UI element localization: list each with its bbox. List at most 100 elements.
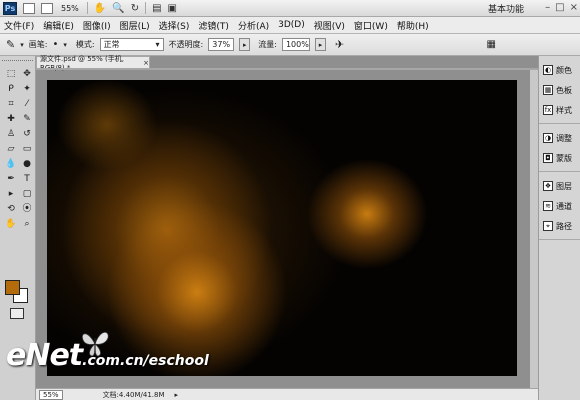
status-bar: 55% 文档:4.40M/41.8M ▸ bbox=[36, 388, 538, 400]
screen-mode-icon[interactable]: ▣ bbox=[168, 3, 177, 14]
3d-orbit-tool-icon[interactable]: ⦿ bbox=[20, 203, 34, 216]
view-extras-button[interactable] bbox=[41, 2, 53, 14]
crop-tool-icon[interactable]: ⌗ bbox=[4, 98, 18, 111]
menu-analysis[interactable]: 分析(A) bbox=[238, 19, 269, 32]
zoom-tool-icon[interactable]: ⌕ bbox=[20, 218, 34, 231]
panel-label: 调整 bbox=[556, 133, 572, 143]
rotate-view-icon[interactable]: ↻ bbox=[131, 3, 139, 14]
brush-tool-icon[interactable]: ✎ bbox=[20, 113, 34, 126]
lasso-tool-icon[interactable]: ᑭ bbox=[4, 83, 18, 96]
blur-tool-icon[interactable]: 💧 bbox=[4, 158, 18, 171]
menu-image[interactable]: 图像(I) bbox=[83, 19, 111, 32]
clone-stamp-tool-icon[interactable]: ♙ bbox=[4, 128, 18, 141]
menu-filter[interactable]: 滤镜(T) bbox=[198, 19, 229, 32]
menu-layer[interactable]: 图层(L) bbox=[120, 19, 150, 32]
separator bbox=[145, 2, 147, 14]
panel-item-swatches[interactable]: ▦ 色板 bbox=[539, 80, 580, 100]
3d-rotate-tool-icon[interactable]: ⟲ bbox=[4, 203, 18, 216]
opacity-slider-button[interactable]: ▸ bbox=[239, 38, 251, 51]
masks-icon: ◘ bbox=[543, 153, 553, 163]
brush-picker-chevron-icon[interactable]: ▾ bbox=[63, 41, 67, 49]
panel-group-adjustments: ◑ 调整 ◘ 蒙版 bbox=[539, 124, 580, 172]
zoom-level-dropdown[interactable]: 55% bbox=[59, 4, 81, 13]
panel-group-color: ◐ 颜色 ▦ 色板 fx 样式 bbox=[539, 56, 580, 124]
type-tool-icon[interactable]: T bbox=[20, 173, 34, 186]
move-tool-icon[interactable]: ✥ bbox=[20, 68, 34, 81]
close-tab-icon[interactable]: × bbox=[143, 59, 149, 67]
pen-tool-icon[interactable]: ✒ bbox=[4, 173, 18, 186]
image-canvas[interactable] bbox=[47, 80, 517, 376]
brush-label: 画笔: bbox=[28, 40, 48, 49]
document-tab[interactable]: 源文件.psd @ 55% (手机, RGB/8) * × bbox=[36, 55, 150, 72]
hand-tool-icon[interactable]: ✋ bbox=[94, 3, 106, 14]
brush-panel-toggle-icon[interactable]: ▦ bbox=[487, 39, 496, 50]
vertical-scrollbar[interactable] bbox=[530, 70, 538, 388]
maximize-icon[interactable]: □ bbox=[555, 2, 564, 13]
adjustments-icon: ◑ bbox=[543, 133, 553, 143]
workspace-switcher[interactable]: 基本功能 bbox=[488, 2, 524, 15]
arrange-documents-icon[interactable]: ▤ bbox=[152, 3, 161, 14]
brush-preview-icon[interactable]: • bbox=[52, 39, 58, 50]
gradient-tool-icon[interactable]: ▭ bbox=[20, 143, 34, 156]
dodge-tool-icon[interactable]: ● bbox=[20, 158, 34, 171]
history-brush-tool-icon[interactable]: ↺ bbox=[20, 128, 34, 141]
menu-select[interactable]: 选择(S) bbox=[159, 19, 190, 32]
menu-window[interactable]: 窗口(W) bbox=[354, 19, 388, 32]
panel-item-masks[interactable]: ◘ 蒙版 bbox=[539, 148, 580, 168]
panel-label: 颜色 bbox=[556, 65, 572, 75]
panel-label: 色板 bbox=[556, 85, 572, 95]
healing-brush-tool-icon[interactable]: ✚ bbox=[4, 113, 18, 126]
swatches-icon: ▦ bbox=[543, 85, 553, 95]
quick-mask-button[interactable] bbox=[10, 308, 24, 319]
eraser-tool-icon[interactable]: ▱ bbox=[4, 143, 18, 156]
watermark-main: eNet bbox=[6, 338, 83, 373]
opacity-field[interactable]: 37% bbox=[208, 38, 235, 51]
panel-item-color[interactable]: ◐ 颜色 bbox=[539, 60, 580, 80]
path-selection-tool-icon[interactable]: ▸ bbox=[4, 188, 18, 201]
mode-label: 模式: bbox=[75, 40, 95, 49]
menu-bar: 文件(F) 编辑(E) 图像(I) 图层(L) 选择(S) 滤镜(T) 分析(A… bbox=[0, 17, 580, 34]
marquee-tool-icon[interactable]: ⬚ bbox=[4, 68, 18, 81]
mode-value: 正常 bbox=[103, 40, 120, 49]
menu-view[interactable]: 视图(V) bbox=[314, 19, 345, 32]
color-icon: ◐ bbox=[543, 65, 553, 75]
bridge-button[interactable] bbox=[23, 2, 35, 14]
eyedropper-tool-icon[interactable]: ⁄ bbox=[20, 98, 34, 111]
quick-selection-tool-icon[interactable]: ✦ bbox=[20, 83, 34, 96]
panel-item-layers[interactable]: ❖ 图层 bbox=[539, 176, 580, 196]
hand-tool-icon[interactable]: ✋ bbox=[4, 218, 18, 231]
panel-item-adjustments[interactable]: ◑ 调整 bbox=[539, 128, 580, 148]
menu-3d[interactable]: 3D(D) bbox=[278, 20, 305, 30]
watermark-domain: .com.cn/eschool bbox=[82, 353, 209, 369]
panel-label: 蒙版 bbox=[556, 153, 572, 163]
menu-file[interactable]: 文件(F) bbox=[4, 19, 34, 32]
minimize-icon[interactable]: – bbox=[545, 2, 550, 13]
flow-label: 流量: bbox=[258, 40, 277, 49]
panel-item-paths[interactable]: ⌖ 路径 bbox=[539, 216, 580, 236]
brush-tool-icon[interactable]: ✎ bbox=[6, 38, 15, 51]
airbrush-icon[interactable]: ✈ bbox=[335, 38, 344, 51]
shape-tool-icon[interactable]: ▢ bbox=[20, 188, 34, 201]
close-icon[interactable]: × bbox=[570, 2, 578, 13]
tool-preset-chevron-icon[interactable]: ▾ bbox=[20, 41, 24, 49]
status-menu-arrow-icon[interactable]: ▸ bbox=[175, 391, 179, 399]
status-doc-size[interactable]: 文档:4.40M/41.8M bbox=[103, 390, 165, 400]
panel-label: 图层 bbox=[556, 181, 572, 191]
panel-label: 路径 bbox=[556, 221, 572, 231]
foreground-color-swatch[interactable] bbox=[5, 280, 20, 295]
status-zoom-field[interactable]: 55% bbox=[39, 389, 63, 400]
mode-select[interactable]: 正常 ▾ bbox=[99, 38, 164, 51]
styles-icon: fx bbox=[543, 105, 553, 115]
flow-slider-button[interactable]: ▸ bbox=[314, 38, 326, 51]
panel-item-styles[interactable]: fx 样式 bbox=[539, 100, 580, 120]
tab-strip bbox=[36, 68, 538, 70]
tools-grid: ⬚ ✥ ᑭ ✦ ⌗ ⁄ ✚ ✎ ♙ ↺ ▱ ▭ 💧 ● ✒ T ▸ ▢ ⟲ ⦿ … bbox=[4, 68, 34, 231]
panel-dock: ◐ 颜色 ▦ 色板 fx 样式 ◑ 调整 ◘ 蒙版 ❖ 图层 ≋ 通道 ⌖ 路径 bbox=[538, 56, 580, 400]
menu-help[interactable]: 帮助(H) bbox=[397, 19, 429, 32]
flow-field[interactable]: 100% bbox=[281, 38, 310, 51]
panel-grip[interactable] bbox=[2, 60, 33, 64]
menu-edit[interactable]: 编辑(E) bbox=[43, 19, 74, 32]
channels-icon: ≋ bbox=[543, 201, 553, 211]
zoom-tool-icon[interactable]: 🔍 bbox=[112, 3, 124, 14]
panel-item-channels[interactable]: ≋ 通道 bbox=[539, 196, 580, 216]
